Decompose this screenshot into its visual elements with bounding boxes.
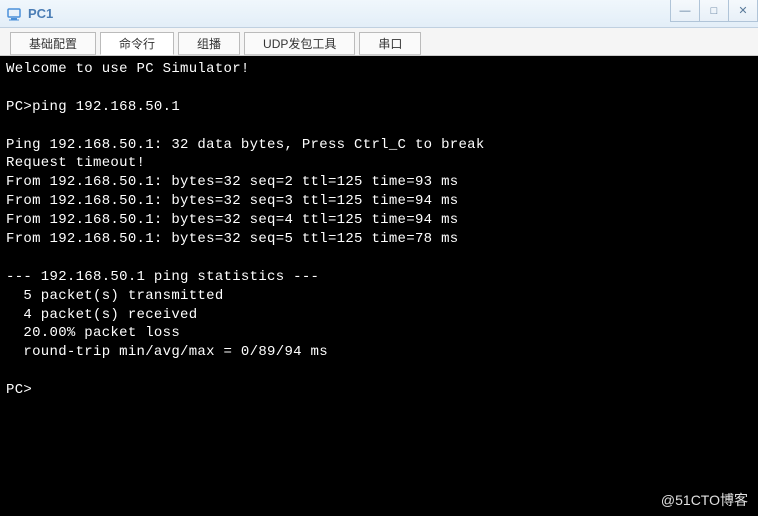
terminal-line: 5 packet(s) transmitted [6,288,224,304]
terminal-output[interactable]: Welcome to use PC Simulator! PC>ping 192… [0,56,758,516]
tab-basic-config[interactable]: 基础配置 [10,32,96,55]
terminal-line: round-trip min/avg/max = 0/89/94 ms [6,344,328,360]
tab-udp-tool[interactable]: UDP发包工具 [244,32,355,55]
watermark: @51CTO博客 [661,490,748,510]
app-icon [6,6,22,22]
terminal-line: 20.00% packet loss [6,325,180,341]
terminal-line: Request timeout! [6,155,145,171]
tab-label: UDP发包工具 [263,35,336,52]
window-controls: — □ ✕ [671,0,758,22]
maximize-button[interactable]: □ [699,0,729,22]
title-bar: PC1 — □ ✕ [0,0,758,28]
terminal-line: Welcome to use PC Simulator! [6,61,250,77]
terminal-line: Ping 192.168.50.1: 32 data bytes, Press … [6,137,485,153]
tab-multicast[interactable]: 组播 [178,32,240,55]
tab-label: 串口 [378,35,402,52]
window-title: PC1 [28,6,53,21]
terminal-line: From 192.168.50.1: bytes=32 seq=2 ttl=12… [6,174,458,190]
terminal-line: From 192.168.50.1: bytes=32 seq=5 ttl=12… [6,231,458,247]
tab-label: 基础配置 [29,35,77,52]
close-button[interactable]: ✕ [728,0,758,22]
tab-label: 命令行 [119,35,155,52]
terminal-line: 4 packet(s) received [6,307,197,323]
terminal-line: From 192.168.50.1: bytes=32 seq=4 ttl=12… [6,212,458,228]
terminal-line: PC>ping 192.168.50.1 [6,99,180,115]
tab-bar: 基础配置 命令行 组播 UDP发包工具 串口 [0,28,758,56]
tab-command-line[interactable]: 命令行 [100,32,174,55]
tab-serial[interactable]: 串口 [359,32,421,55]
terminal-line: PC> [6,382,32,398]
minimize-button[interactable]: — [670,0,700,22]
tab-label: 组播 [197,35,221,52]
terminal-line: From 192.168.50.1: bytes=32 seq=3 ttl=12… [6,193,458,209]
terminal-line: --- 192.168.50.1 ping statistics --- [6,269,319,285]
